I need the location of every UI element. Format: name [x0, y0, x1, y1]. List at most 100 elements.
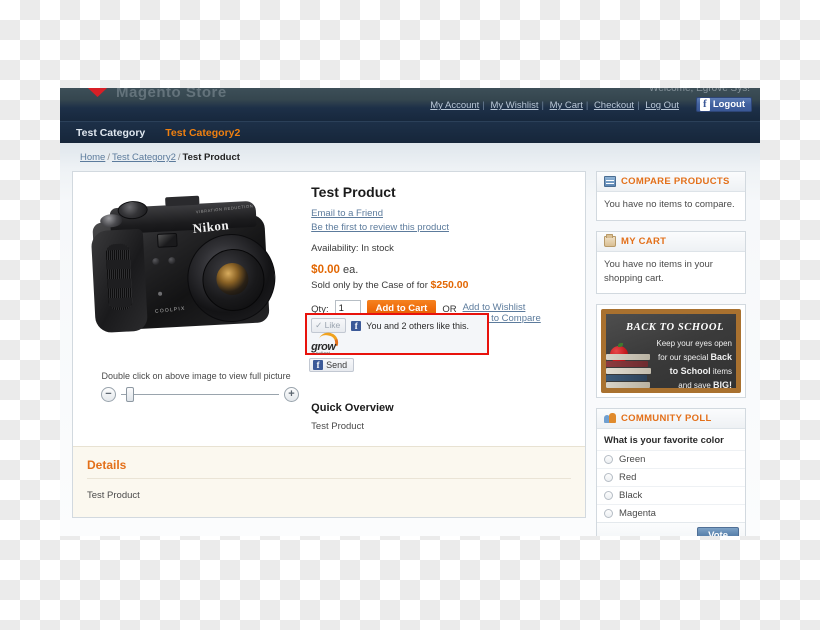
back-to-school-banner[interactable]: BACK TO SCHOOL Keep your eyes open for o…	[596, 304, 746, 399]
details-title: Details	[87, 458, 571, 479]
poll-people-icon	[604, 413, 616, 424]
case-price-value: $250.00	[430, 279, 469, 291]
link-my-wishlist[interactable]: My Wishlist	[490, 100, 538, 111]
radio-icon[interactable]	[604, 473, 613, 483]
compare-products-body: You have no items to compare.	[604, 199, 735, 210]
like-label: Like	[324, 320, 341, 330]
breadcrumb-category[interactable]: Test Category2	[112, 152, 176, 163]
radio-icon[interactable]	[604, 491, 613, 501]
banner-headline: BACK TO SCHOOL	[626, 322, 725, 334]
books-graphic	[606, 354, 652, 389]
add-to-wishlist-link[interactable]: Add to Wishlist	[463, 302, 541, 313]
case-price-label: Sold only by the Case of for	[311, 280, 428, 291]
facebook-icon: f	[351, 320, 362, 331]
banner-line-4-pre: and save	[678, 380, 713, 390]
community-poll-block: COMMUNITY POLL What is your favorite col…	[596, 408, 746, 536]
zoom-slider-handle[interactable]	[126, 387, 134, 402]
details-section: Details Test Product	[73, 446, 585, 517]
product-title: Test Product	[311, 184, 396, 200]
banner-line-3-post: items	[710, 366, 732, 376]
logo-brand-sub: softnet	[316, 350, 331, 355]
breadcrumb-current: Test Product	[182, 152, 240, 163]
price-value: $0.00	[311, 264, 340, 276]
review-product-link[interactable]: Be the first to review this product	[311, 222, 577, 233]
welcome-message: Welcome, Egrove Sys!	[649, 88, 750, 94]
logo-shield-icon[interactable]	[87, 88, 108, 97]
nav-item-test-category[interactable]: Test Category	[76, 127, 145, 139]
quick-overview-title: Quick Overview	[311, 402, 394, 414]
radio-icon[interactable]	[604, 455, 613, 465]
facebook-logout-button[interactable]: f Logout	[695, 97, 752, 112]
facebook-icon: f	[313, 360, 324, 370]
compare-products-header: COMPARE PRODUCTS	[597, 172, 745, 192]
poll-option-magenta[interactable]: Magenta	[597, 504, 745, 522]
chalkboard-graphic: BACK TO SCHOOL Keep your eyes open for o…	[601, 309, 741, 394]
facebook-like-row: ✓ Like f You and 2 others like this.	[307, 315, 487, 333]
social-highlight-box: ✓ Like f You and 2 others like this. gro…	[305, 313, 490, 355]
page-body: Home / Test Category2/Test Product Nikon…	[60, 143, 760, 536]
zoom-slider[interactable]: − +	[101, 387, 307, 402]
availability-value: In stock	[361, 243, 394, 254]
zoom-slider-track[interactable]	[121, 387, 279, 402]
compare-icon	[604, 176, 616, 187]
link-checkout[interactable]: Checkout	[594, 100, 634, 111]
facebook-like-count-text: You and 2 others like this.	[366, 320, 470, 331]
sidebar: COMPARE PRODUCTS You have no items to co…	[596, 171, 746, 536]
compare-products-title: COMPARE PRODUCTS	[621, 176, 730, 187]
poll-option-label: Red	[619, 472, 637, 484]
poll-option-label: Green	[619, 454, 646, 466]
poll-footer: Vote	[597, 522, 745, 536]
my-cart-header: MY CART	[597, 231, 745, 252]
link-my-account[interactable]: My Account	[430, 100, 479, 111]
radio-icon[interactable]	[604, 509, 613, 519]
camera-illustration: Nikon COOLPIX VIBRATION REDUCTION	[87, 191, 301, 354]
availability: Availability: In stock	[311, 243, 577, 254]
zoom-in-button[interactable]: +	[284, 387, 299, 402]
compare-products-block: COMPARE PRODUCTS You have no items to co…	[596, 171, 746, 221]
send-label: Send	[326, 360, 348, 370]
quick-overview: Quick Overview Test Product	[311, 402, 577, 432]
availability-label: Availability:	[311, 243, 359, 254]
breadcrumb-separator: /	[177, 152, 181, 163]
link-separator: |	[482, 100, 485, 111]
facebook-like-button[interactable]: ✓ Like	[311, 318, 347, 333]
breadcrumb: Home / Test Category2/Test Product	[72, 143, 748, 171]
banner-line-4-bold: BIG!	[713, 379, 732, 390]
details-body: Test Product	[87, 490, 140, 501]
facebook-send-button[interactable]: f Send	[309, 358, 355, 372]
account-links: My Account | My Wishlist | My Cart | Checko…	[427, 100, 682, 111]
vote-button[interactable]: Vote	[697, 527, 739, 536]
image-hint: Double click on above image to view full…	[101, 371, 291, 381]
poll-question: What is your favorite color	[604, 435, 724, 447]
site-header: Magento Store Welcome, Egrove Sys! My Ac…	[60, 88, 760, 121]
link-separator: |	[541, 100, 544, 111]
my-cart-body: You have no items in your shopping cart.	[604, 258, 713, 284]
grow-softnet-logo: grow softnet	[311, 329, 345, 355]
link-my-cart[interactable]: My Cart	[550, 100, 583, 111]
link-log-out[interactable]: Log Out	[645, 100, 679, 111]
banner-line-1: Keep your eyes open	[656, 339, 732, 349]
poll-option-label: Magenta	[619, 508, 656, 520]
product-info-column: Test Product Email to a Friend Be the fi…	[305, 182, 577, 432]
poll-option-green[interactable]: Green	[597, 450, 745, 468]
facebook-logout-label: Logout	[712, 98, 745, 110]
product-image[interactable]: Nikon COOLPIX VIBRATION REDUCTION	[85, 184, 307, 364]
link-separator: |	[585, 100, 589, 111]
zoom-out-button[interactable]: −	[101, 387, 116, 402]
site-logo-text[interactable]: Magento Store	[116, 88, 227, 101]
price-unit: ea.	[343, 264, 359, 276]
poll-option-black[interactable]: Black	[597, 486, 745, 504]
facebook-icon: f	[699, 98, 710, 111]
community-poll-header: COMMUNITY POLL	[597, 409, 745, 430]
poll-option-red[interactable]: Red	[597, 468, 745, 486]
banner-line-2-bold: Back	[710, 351, 732, 362]
breadcrumb-home[interactable]: Home	[80, 152, 105, 163]
quick-overview-body: Test Product	[311, 421, 364, 432]
community-poll-title: COMMUNITY POLL	[621, 413, 712, 425]
email-to-friend-link[interactable]: Email to a Friend	[311, 208, 577, 219]
product-price: $0.00 ea.	[311, 264, 577, 276]
case-price-line: Sold only by the Case of for $250.00	[311, 279, 577, 291]
banner-line-3-bold: to School	[669, 365, 711, 376]
breadcrumb-separator: /	[107, 152, 110, 163]
nav-item-test-category2[interactable]: Test Category2	[165, 127, 240, 139]
